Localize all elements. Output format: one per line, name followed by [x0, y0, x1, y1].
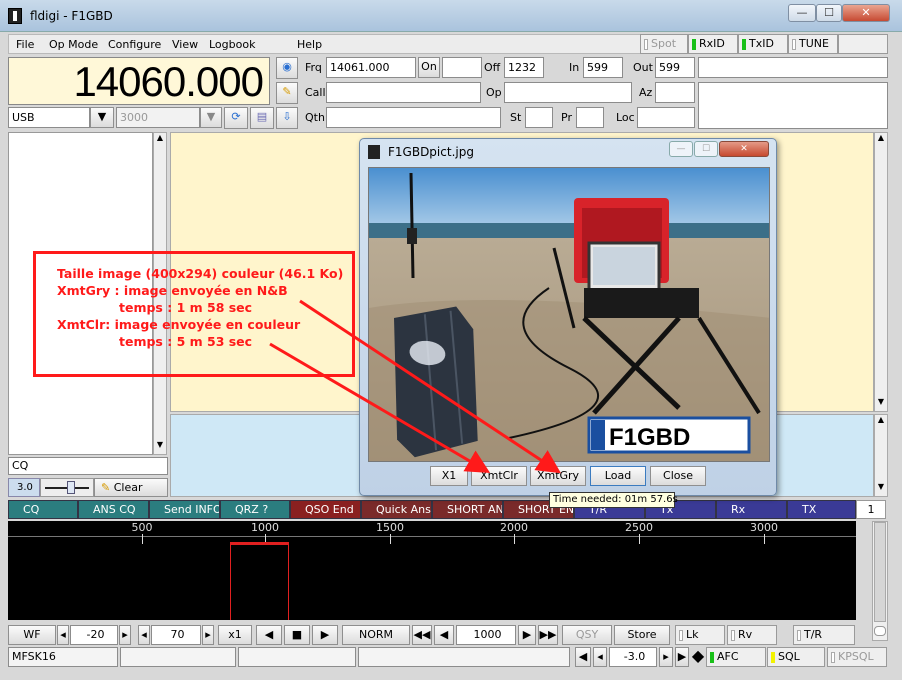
- annotation-arrows: [269, 299, 562, 474]
- arrow-to-xmtclr: [269, 342, 491, 474]
